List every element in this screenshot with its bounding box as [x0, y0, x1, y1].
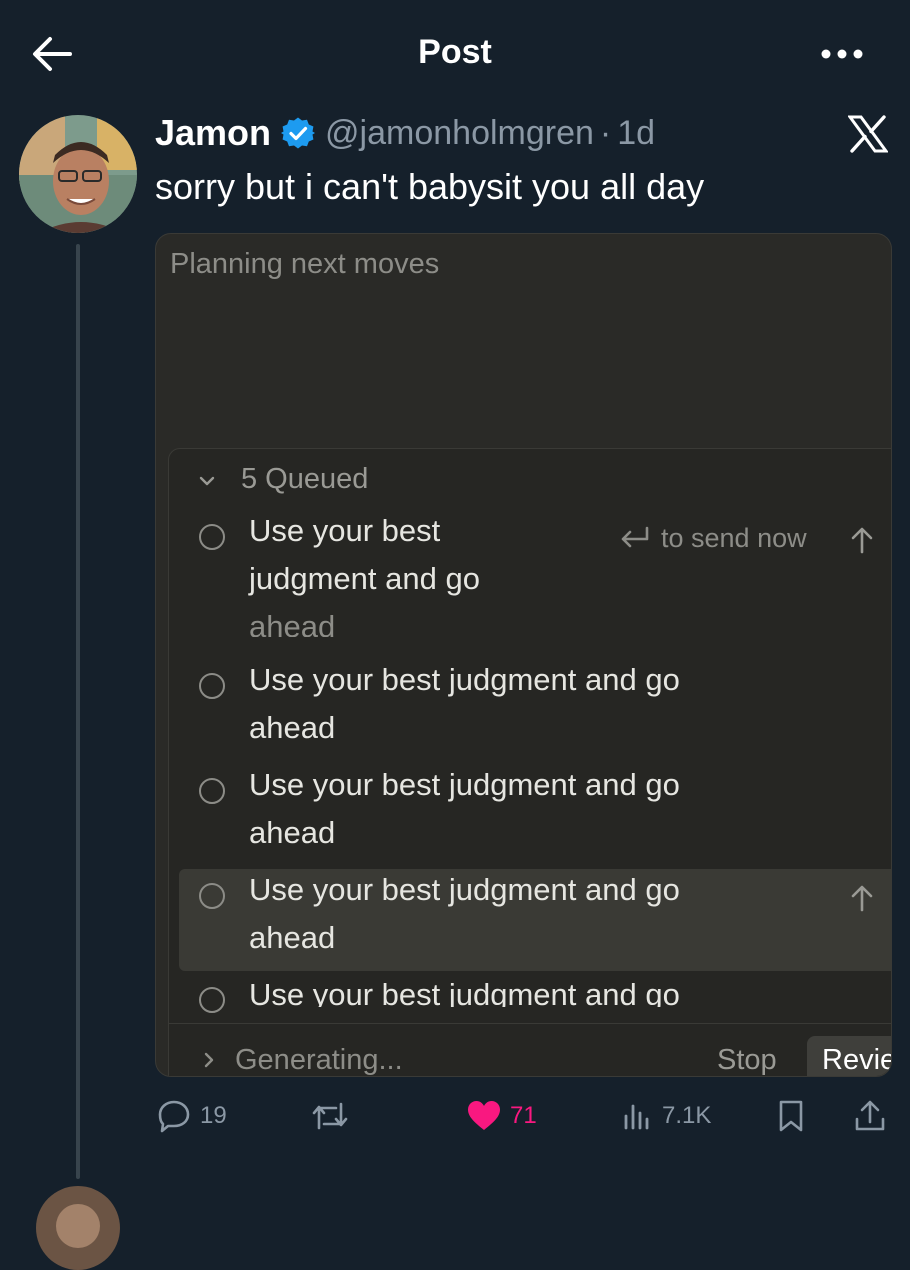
queue-item-2-text: Use your best judgment and go ahead — [249, 662, 680, 745]
heart-icon — [466, 1099, 502, 1133]
move-up-arrow-icon[interactable] — [849, 525, 875, 555]
queue-item-5: Use your best judgment and go — [249, 977, 680, 1007]
queue-item-circle[interactable] — [199, 673, 225, 699]
queue-item-3: Use your best judgment and go ahead — [249, 761, 769, 857]
separator-dot: · — [599, 113, 612, 152]
bookmark-icon — [776, 1098, 806, 1134]
queue-item-3-text: Use your best judgment and go ahead — [249, 767, 680, 850]
page-title: Post — [418, 33, 492, 71]
queue-item-circle[interactable] — [199, 524, 225, 550]
send-hint-text: to send now — [661, 523, 807, 553]
reply-icon — [156, 1098, 192, 1134]
bookmark-action[interactable] — [776, 1094, 806, 1138]
like-count: 71 — [510, 1102, 537, 1129]
queue-item-circle[interactable] — [199, 778, 225, 804]
post-text: sorry but i can't babysit you all day — [155, 166, 705, 207]
review-button[interactable]: Revie — [807, 1036, 891, 1076]
generation-footer: Generating... Stop Revie — [169, 1023, 891, 1076]
queue-item-2: Use your best judgment and go ahead — [249, 656, 769, 752]
post-media[interactable]: Planning next moves 5 Queued Use your be… — [155, 233, 892, 1077]
share-icon — [852, 1098, 888, 1134]
generating-status: Generating... — [235, 1044, 403, 1076]
send-hint: to send now — [617, 523, 807, 554]
queue-item-1-line1: Use your best — [249, 513, 441, 548]
reply-action[interactable]: 19 — [156, 1094, 227, 1138]
chevron-down-icon[interactable] — [197, 471, 217, 491]
move-up-arrow-icon[interactable] — [849, 883, 875, 913]
share-action[interactable] — [852, 1094, 888, 1138]
x-logo-icon — [847, 115, 889, 153]
top-bar: Post — [0, 0, 910, 108]
back-arrow-icon[interactable] — [30, 34, 74, 74]
planning-label: Planning next moves — [170, 248, 440, 280]
queue-item-4: Use your best judgment and go ahead — [249, 866, 769, 962]
queue-item-circle[interactable] — [199, 883, 225, 909]
repost-action[interactable] — [310, 1094, 358, 1138]
author-name[interactable]: Jamon — [155, 112, 271, 154]
stop-button[interactable]: Stop — [717, 1044, 777, 1076]
views-action[interactable]: 7.1K — [622, 1094, 711, 1138]
thread-line — [76, 244, 80, 1179]
queue-item-4-text: Use your best judgment and go ahead — [249, 872, 680, 955]
chevron-right-icon[interactable] — [201, 1050, 217, 1070]
views-icon — [622, 1100, 654, 1132]
queue-item-1-line2: judgment and go — [249, 561, 480, 596]
views-count: 7.1K — [662, 1102, 712, 1129]
post-header: Jamon @jamonholmgren · 1d — [155, 110, 655, 156]
verified-badge-icon — [281, 116, 316, 150]
repost-icon — [310, 1098, 350, 1134]
author-handle[interactable]: @jamonholmgren — [325, 114, 594, 153]
enter-key-icon — [617, 525, 651, 553]
queue-panel: 5 Queued Use your best judgment and go a… — [168, 448, 891, 1076]
more-icon[interactable] — [816, 38, 868, 70]
queue-item-circle[interactable] — [199, 987, 225, 1013]
post-time[interactable]: 1d — [617, 114, 655, 153]
like-action[interactable]: 71 — [466, 1094, 537, 1138]
queue-count: 5 Queued — [241, 463, 369, 495]
avatar[interactable] — [19, 115, 137, 233]
queue-item-1-line3: ahead — [249, 609, 336, 637]
reply-avatar[interactable] — [36, 1186, 120, 1270]
reply-count: 19 — [200, 1102, 227, 1129]
